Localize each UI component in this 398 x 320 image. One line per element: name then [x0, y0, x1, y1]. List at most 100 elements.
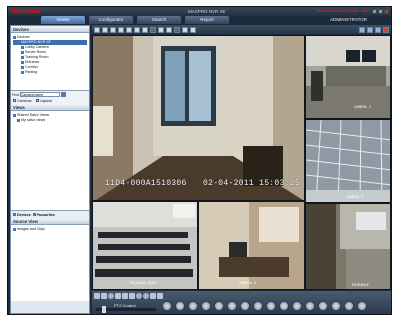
tab-favourites[interactable]: Favourites	[32, 212, 55, 217]
record-icon[interactable]	[367, 26, 373, 33]
layout-5x5-button[interactable]	[158, 26, 164, 33]
layout-1plus12-button[interactable]	[142, 26, 148, 33]
sources-list: Images and Clips	[11, 225, 89, 301]
tab-report[interactable]: Report	[185, 16, 229, 24]
iris-dial[interactable]	[266, 301, 276, 311]
iris-icon[interactable]	[157, 293, 163, 299]
pattern-dial[interactable]	[227, 301, 237, 311]
layout-4x4-button[interactable]	[118, 26, 124, 33]
pan-dial[interactable]	[162, 301, 172, 311]
video-tile-3[interactable]: CAMERA 3	[305, 119, 391, 203]
tab-configurator[interactable]: Configurator	[89, 16, 133, 24]
aux-dial[interactable]	[240, 301, 250, 311]
fullscreen-button[interactable]	[190, 26, 196, 33]
maximize-button[interactable]	[378, 9, 383, 14]
camera-icon	[21, 66, 24, 69]
video-frame	[306, 204, 390, 289]
camera-icon	[21, 61, 24, 64]
video-tile-main[interactable]: 11D4-000A1510306 02-04-2011 15:03:25	[92, 35, 305, 201]
wiper-dial[interactable]	[344, 301, 354, 311]
camera-label: ENTRANCE	[352, 284, 369, 288]
tab-viewer[interactable]: Viewer	[41, 16, 85, 24]
source-item[interactable]: Images and Clips	[13, 227, 87, 232]
layouts-checkbox[interactable]: Layouts	[35, 99, 53, 103]
find-input[interactable]	[20, 92, 60, 97]
play-icon[interactable]	[108, 293, 114, 299]
camera-icon	[21, 56, 24, 59]
camera-label: TRAINING ROOM	[129, 282, 157, 286]
relay-dial[interactable]	[305, 301, 315, 311]
camera-label: CAMERA 5	[239, 282, 256, 286]
cameras-checkbox-label: Cameras	[17, 99, 32, 103]
zoom-in-icon[interactable]	[136, 293, 142, 299]
step-forward-icon[interactable]	[122, 293, 128, 299]
folder-icon	[17, 119, 20, 122]
views-list: Shared Salvo Views My salvo views	[11, 111, 89, 211]
image-icon	[13, 228, 16, 231]
tab-devices[interactable]: Devices	[13, 213, 31, 217]
lock-dial[interactable]	[331, 301, 341, 311]
focus-dial[interactable]	[253, 301, 263, 311]
tree-item-camera[interactable]: Parking	[13, 70, 87, 75]
video-tile-4[interactable]: TRAINING ROOM	[92, 201, 198, 290]
video-frame	[306, 120, 390, 202]
video-tile-2[interactable]: CAMERA 2	[305, 35, 391, 119]
tree-item-label: Parking	[25, 70, 38, 74]
tour-dial[interactable]	[214, 301, 224, 311]
preset-dial[interactable]	[201, 301, 211, 311]
menu-dial[interactable]	[318, 301, 328, 311]
camera-label: CAMERA 3	[346, 196, 363, 200]
devices-icon	[13, 213, 16, 216]
layout-custom-button[interactable]	[150, 26, 156, 33]
camera-id-overlay: 11D4-000A1510306	[105, 179, 187, 188]
layout-1plus5-button[interactable]	[126, 26, 132, 33]
close-button[interactable]	[384, 9, 389, 14]
toolbar-right	[359, 26, 391, 33]
layout-toolbar	[92, 25, 391, 34]
pause-icon[interactable]	[115, 293, 121, 299]
light-dial[interactable]	[357, 301, 367, 311]
layouts-checkbox-label: Layouts	[39, 99, 53, 103]
event-alert-link[interactable]: New events not yet read - click	[317, 9, 369, 13]
devices-header: Devices	[11, 26, 89, 33]
snapshot-icon[interactable]	[359, 26, 365, 33]
speed-dial[interactable]	[279, 301, 289, 311]
video-frame	[306, 36, 390, 118]
zoom-dial[interactable]	[188, 301, 198, 311]
camera-label: CAMERA 2	[354, 106, 371, 110]
video-frame	[93, 202, 197, 289]
minimize-button[interactable]	[372, 9, 377, 14]
speed-slider-thumb[interactable]	[102, 306, 106, 313]
layout-2x2-button[interactable]	[102, 26, 108, 33]
tab-search[interactable]: Search	[137, 16, 181, 24]
find-button[interactable]	[61, 92, 66, 97]
find-row: Find	[11, 91, 89, 98]
left-pane: Devices Devices MAXPRO NVR XE Lobby Came…	[10, 25, 90, 314]
layout-1plus7-button[interactable]	[134, 26, 140, 33]
fast-forward-icon[interactable]	[129, 293, 135, 299]
home-dial[interactable]	[292, 301, 302, 311]
view-item-label: My salvo views	[21, 118, 46, 122]
zoom-out-icon[interactable]	[143, 293, 149, 299]
view-item[interactable]: My salvo views	[13, 118, 87, 123]
layout-1x1-button[interactable]	[94, 26, 100, 33]
camera-icon	[21, 71, 24, 74]
video-tile-6[interactable]: ENTRANCE	[305, 203, 391, 290]
clear-all-icon[interactable]	[383, 26, 389, 33]
rewind-icon[interactable]	[94, 293, 100, 299]
video-tile-5[interactable]: CAMERA 5	[198, 201, 305, 290]
find-label: Find	[12, 92, 19, 97]
recorder-icon	[17, 41, 20, 44]
tab-favourites-label: Favourites	[36, 212, 55, 217]
tilt-dial[interactable]	[175, 301, 185, 311]
audio-icon[interactable]	[375, 26, 381, 33]
layout-6x6-button[interactable]	[166, 26, 172, 33]
sequence-button[interactable]	[174, 26, 180, 33]
layout-3x3-button[interactable]	[110, 26, 116, 33]
step-back-icon[interactable]	[101, 293, 107, 299]
focus-icon[interactable]	[150, 293, 156, 299]
folder-icon	[13, 114, 16, 117]
left-bottom-tabs: Devices Favourites	[11, 211, 89, 218]
salvo-button[interactable]	[182, 26, 188, 33]
cameras-checkbox[interactable]: Cameras	[13, 99, 32, 103]
